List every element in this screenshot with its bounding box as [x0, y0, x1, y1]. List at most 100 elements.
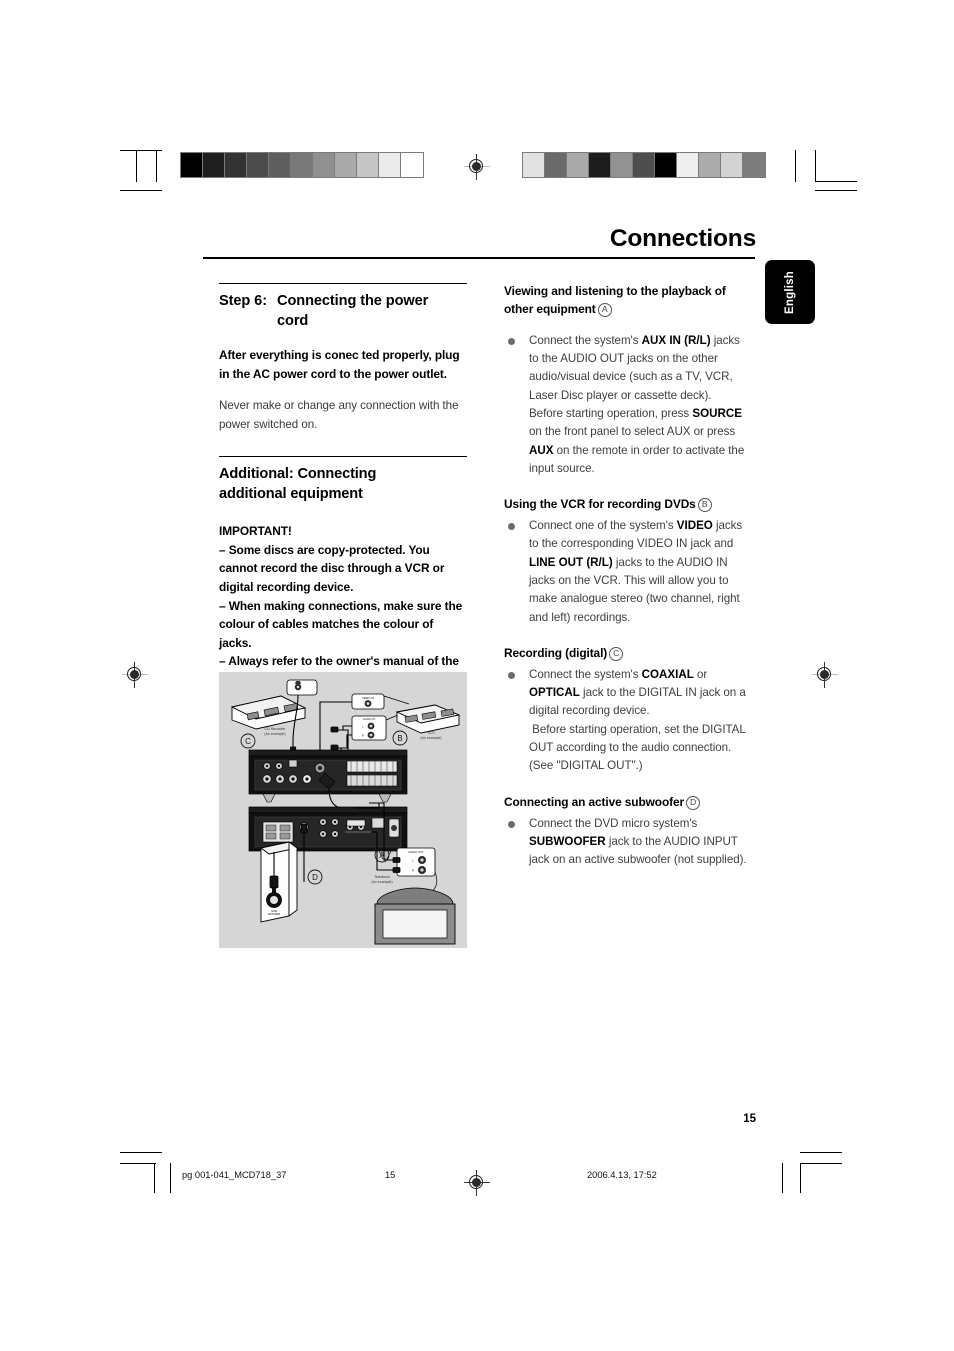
crop-mark-top-left-v2 — [156, 150, 158, 182]
calibration-swatch-9 — [721, 153, 743, 177]
calibration-swatch-10 — [401, 153, 423, 177]
right-column: Viewing and listening to the playback of… — [504, 283, 752, 869]
bullet-item-coaxial-optical: Connect the system's COAXIAL or OPTICAL … — [504, 666, 752, 776]
section-heading-active-subwoofer: Connecting an active subwoofer D — [504, 794, 752, 812]
section-heading-viewing-listening: Viewing and listening to the playback of… — [504, 283, 752, 319]
registration-mark-top-center — [464, 154, 490, 180]
calibration-swatch-4 — [611, 153, 633, 177]
calibration-swatch-3 — [247, 153, 269, 177]
calibration-swatch-10 — [743, 153, 765, 177]
calibration-swatch-8 — [357, 153, 379, 177]
diagram-marker-a: A — [379, 851, 385, 860]
tv-caption-line1: Television — [374, 875, 390, 879]
cd-recorder-caption-line1: CD Recorder — [265, 727, 287, 731]
vcr-device — [395, 704, 461, 734]
calibration-swatch-7 — [335, 153, 357, 177]
crop-mark-bottom-left-h2 — [120, 1163, 156, 1165]
calibration-swatch-4 — [269, 153, 291, 177]
section-c-heading-text: Recording (digital) — [504, 645, 608, 660]
section-a-heading-text: Viewing and listening to the playback of… — [504, 284, 726, 316]
important-item-2: – When making connections, make sure the… — [219, 598, 463, 650]
step-title-line1: Connecting the power — [277, 293, 429, 310]
crop-mark-top-right-v2 — [795, 150, 797, 182]
audio-in-channel-r: R — [362, 734, 364, 738]
crop-mark-top-left-v — [136, 150, 138, 182]
bullet-icon — [508, 820, 515, 828]
bullet-icon — [508, 523, 515, 531]
cable-line-out-l — [337, 725, 352, 731]
connection-diagram-figure: .ln { stroke:#000; stroke-width:1.1; fil… — [219, 672, 467, 948]
bullet-item-aux-in: Connect the system's AUX IN (R/L) jacks … — [504, 332, 752, 479]
audio-out-channel-r: R — [412, 869, 414, 873]
calibration-swatch-1 — [545, 153, 567, 177]
connection-diagram-svg: .ln { stroke:#000; stroke-width:1.1; fil… — [230, 679, 461, 945]
calibration-swatch-5 — [633, 153, 655, 177]
audio-out-label: AUDIO OUT — [408, 850, 424, 854]
calibration-swatch-6 — [655, 153, 677, 177]
footer-page-label: 15 — [385, 1170, 396, 1180]
audio-in-label: AUDIO IN — [363, 717, 375, 721]
left-column: Step 6: Connecting the power cord After e… — [219, 283, 467, 708]
step-intro-bold: After everything is conec ted properly, … — [219, 348, 460, 381]
language-tab-english: English — [765, 260, 815, 324]
important-item-1: – Some discs are copy-protected. You can… — [219, 542, 445, 594]
section-a-marker: A — [597, 302, 612, 317]
section-a-body: Connect the system's AUX IN (R/L) jacks … — [529, 333, 745, 475]
calibration-swatch-8 — [699, 153, 721, 177]
grayscale-calibration-bar-left — [180, 152, 424, 178]
document-page: English Connections Step 6: Connecting th… — [0, 0, 954, 1351]
section-c-body: Connect the system's COAXIAL or OPTICAL … — [529, 667, 746, 773]
grayscale-calibration-bar-right — [522, 152, 766, 178]
diagram-marker-d: D — [312, 873, 318, 882]
crop-mark-bottom-left-v — [154, 1163, 156, 1193]
registration-mark-left-middle — [122, 662, 148, 688]
calibration-swatch-7 — [677, 153, 699, 177]
crop-mark-top-right-v — [815, 150, 817, 182]
language-tab-label: English — [784, 270, 796, 314]
plug-line-out-l — [330, 726, 339, 733]
page-title: Connections — [609, 225, 756, 252]
subwoofer-device: SUB WOOFER — [259, 841, 299, 923]
plug-subwoofer — [300, 823, 308, 834]
footer-timestamp: 2006.4.13, 17:52 — [587, 1170, 657, 1180]
section-heading-vcr-recording: Using the VCR for recording DVDs B — [504, 496, 752, 514]
additional-heading-line1: Additional: Connecting — [219, 466, 377, 483]
bullet-icon — [508, 671, 515, 679]
calibration-swatch-2 — [567, 153, 589, 177]
section-d-heading-text: Connecting an active subwoofer — [504, 794, 685, 809]
header-divider — [203, 257, 755, 259]
crop-mark-bottom-right-h2 — [800, 1163, 842, 1165]
calibration-swatch-2 — [225, 153, 247, 177]
calibration-swatch-0 — [181, 153, 203, 177]
section-heading-recording-digital: Recording (digital) C — [504, 645, 752, 663]
page-number: 15 — [743, 1113, 756, 1125]
calibration-swatch-3 — [589, 153, 611, 177]
section-d-body: Connect the DVD micro system's SUBWOOFER… — [529, 816, 747, 867]
step-intro-body: Never make or change any connection with… — [219, 399, 459, 431]
section-b-body: Connect one of the system's VIDEO jacks … — [529, 519, 743, 624]
cable-line-out-r — [337, 734, 352, 749]
diagram-marker-c: C — [245, 737, 251, 746]
diagram-marker-b: B — [397, 734, 402, 743]
step-number-label: Step 6: — [219, 293, 267, 310]
calibration-swatch-9 — [379, 153, 401, 177]
step-section-divider — [219, 283, 467, 285]
audio-out-connector-callout: AUDIO OUT L R — [396, 847, 436, 877]
section-d-marker: D — [686, 795, 701, 810]
crop-mark-top-left-h2 — [120, 190, 162, 192]
section-b-heading-text: Using the VCR for recording DVDs — [504, 497, 696, 512]
crop-mark-top-right-h — [815, 181, 857, 183]
additional-heading: Additional: Connecting additional equipm… — [219, 465, 467, 504]
audio-in-connector-callout: AUDIO IN L R — [351, 715, 387, 741]
television-device — [374, 887, 456, 945]
leader-video-in — [383, 695, 410, 705]
bullet-icon — [508, 337, 515, 345]
plug-line-out-r — [330, 744, 339, 751]
crop-mark-bottom-right-v — [800, 1163, 802, 1193]
vcr-caption-line1: VCR — [427, 731, 435, 735]
footer-file-reference: pg 001-041_MCD718_37 — [182, 1170, 287, 1180]
step-heading: Step 6: Connecting the power cord — [219, 292, 467, 332]
bullet-item-subwoofer: Connect the DVD micro system's SUBWOOFER… — [504, 815, 752, 870]
video-in-connector-callout: VIDEO IN — [351, 693, 385, 710]
calibration-swatch-5 — [291, 153, 313, 177]
